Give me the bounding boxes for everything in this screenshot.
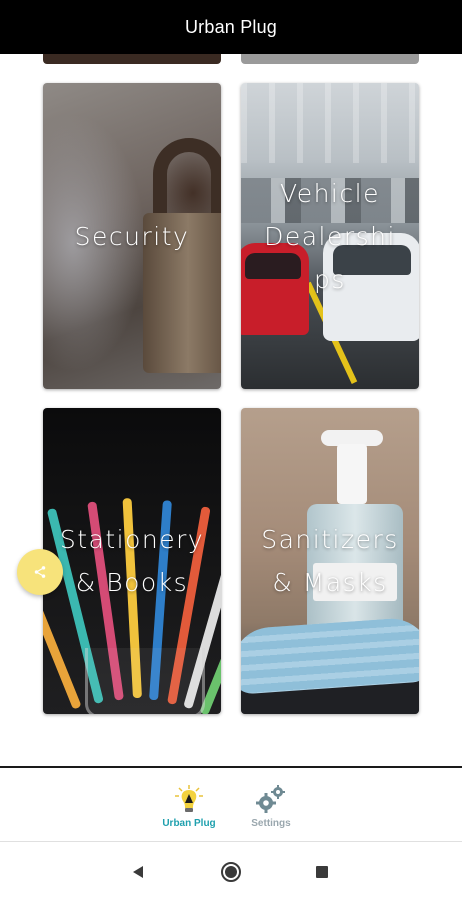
back-icon [133,866,143,878]
app-title: Urban Plug [184,16,278,37]
system-home-button[interactable] [219,860,243,884]
system-recents-button[interactable] [310,860,334,884]
nav-item-urban-plug[interactable]: Urban Plug [154,784,224,829]
category-tile-stationery-books[interactable]: Stationery & Books [43,408,221,714]
share-icon [34,566,46,578]
nav-item-settings[interactable]: Settings [236,784,306,829]
home-circle-icon [221,862,241,882]
previous-tile-right[interactable] [241,54,419,64]
nav-label-urban-plug: Urban Plug [162,818,216,829]
system-navigation-bar [0,842,462,900]
category-label: Vehicle Dealershi ps [264,178,396,294]
category-tile-security[interactable]: Security [43,83,221,389]
previous-tile-left[interactable] [43,54,221,64]
system-back-button[interactable] [126,860,150,884]
category-tile-sanitizers-masks[interactable]: Sanitizers & Masks [241,408,419,714]
category-label: Security [74,221,190,251]
urban-plug-bulb-icon [175,785,203,812]
nav-label-settings: Settings [251,818,291,829]
gears-icon [256,785,285,813]
category-tile-vehicle-dealerships[interactable]: Vehicle Dealershi ps [241,83,419,389]
app-bar: Urban Plug [0,0,462,54]
share-button[interactable] [17,549,63,595]
recents-square-icon [316,866,328,878]
category-label: Sanitizers & Masks [261,525,399,597]
category-grid[interactable]: Security Vehicle Dealershi ps Stationery… [0,54,462,766]
bottom-navigation: Urban Plug Settings [0,768,462,842]
category-label: Stationery & Books [59,525,205,597]
